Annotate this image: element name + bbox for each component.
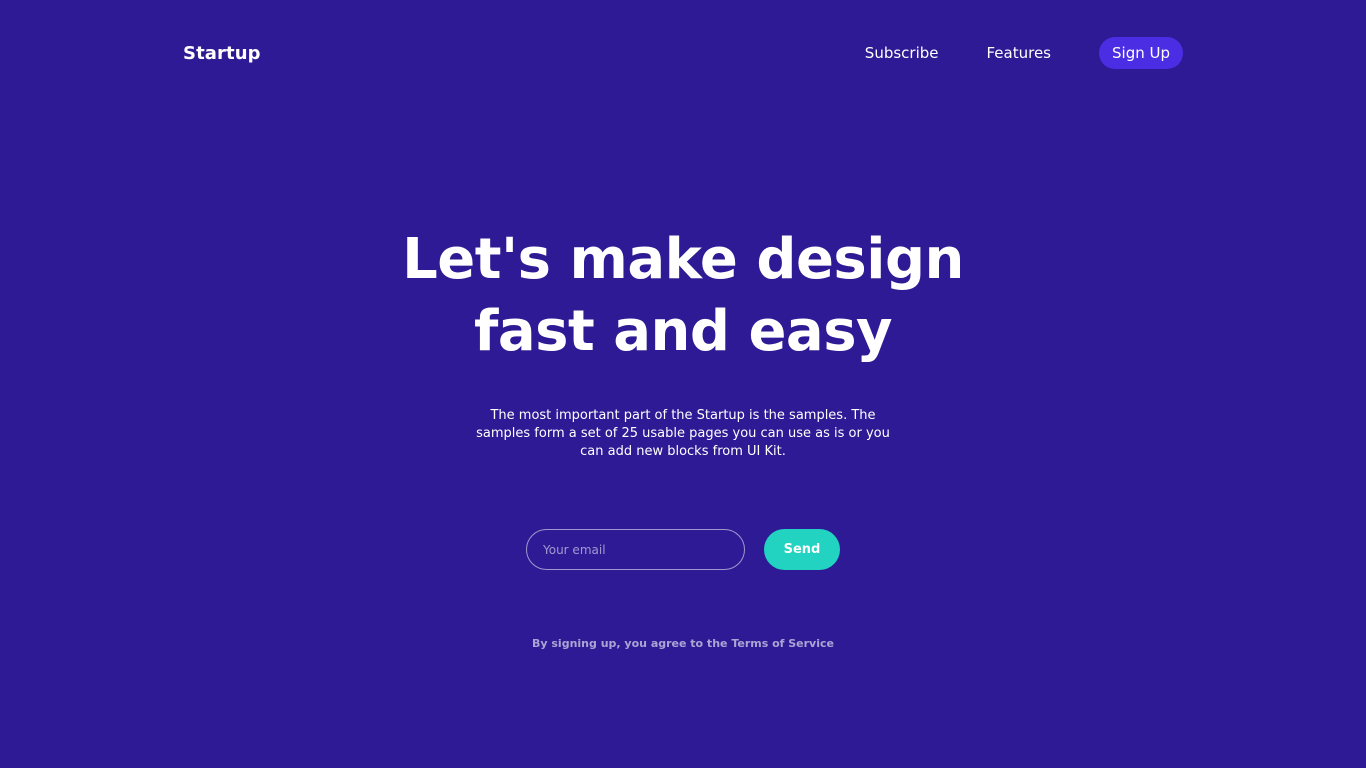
brand-logo[interactable]: Startup <box>183 43 261 64</box>
nav-link-features[interactable]: Features <box>987 44 1052 62</box>
email-input[interactable] <box>526 529 745 570</box>
navbar: Startup Subscribe Features Sign Up <box>183 37 1183 69</box>
terms-notice-text: By signing up, you agree to the <box>532 637 732 650</box>
nav-link-subscribe[interactable]: Subscribe <box>865 44 939 62</box>
nav-links: Subscribe Features Sign Up <box>865 37 1183 69</box>
signup-form: Send <box>526 529 840 570</box>
terms-notice: By signing up, you agree to the Terms of… <box>0 637 1366 650</box>
page: Startup Subscribe Features Sign Up Let's… <box>0 0 1366 768</box>
hero-title: Let's make design fast and easy <box>0 224 1366 368</box>
terms-of-service-link[interactable]: Terms of Service <box>731 637 834 650</box>
send-button[interactable]: Send <box>764 529 840 570</box>
hero-description: The most important part of the Startup i… <box>476 408 890 459</box>
hero-title-line-2: fast and easy <box>473 299 893 364</box>
hero-title-line-1: Let's make design <box>402 227 964 292</box>
sign-up-button[interactable]: Sign Up <box>1099 37 1183 69</box>
